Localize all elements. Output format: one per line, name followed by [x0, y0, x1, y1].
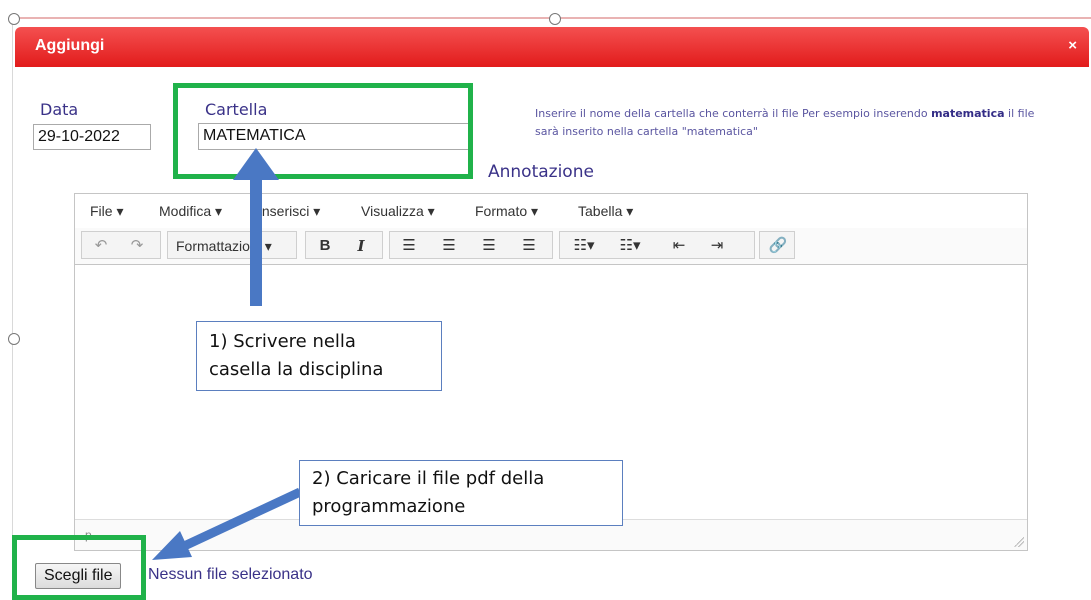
editor-menubar: File ▾ Modifica ▾ Inserisci ▾ Visualizza… — [75, 194, 1027, 229]
list-group: ☷▾ ☷▾ ⇤ ⇥ — [559, 231, 755, 259]
link-icon[interactable]: 🔗 — [765, 235, 791, 257]
align-right-icon[interactable]: ☰ — [476, 235, 502, 257]
undo-icon[interactable]: ↶ — [88, 235, 114, 257]
date-field[interactable]: 29-10-2022 — [33, 124, 151, 150]
align-left-icon[interactable]: ☰ — [396, 235, 422, 257]
align-group: ☰ ☰ ☰ ☰ — [389, 231, 553, 259]
callout-1-line-1: 1) Scrivere nella — [209, 331, 356, 352]
text-style-group: B I — [305, 231, 383, 259]
resize-grip-icon[interactable] — [1014, 537, 1024, 547]
menu-inserisci[interactable]: Inserisci ▾ — [258, 203, 320, 220]
callout-2-line-2: programmazione — [312, 496, 466, 517]
format-group: Formattazioni ▾ — [167, 231, 297, 259]
hint-bold: matematica — [931, 107, 1005, 120]
resize-handle-top-left[interactable] — [8, 13, 20, 25]
align-justify-icon[interactable]: ☰ — [516, 235, 542, 257]
data-label: Data — [40, 100, 79, 119]
align-center-icon[interactable]: ☰ — [436, 235, 462, 257]
file-status: Nessun file selezionato — [148, 566, 313, 583]
editor-toolbar: ↶ ↷ Formattazioni ▾ B I ☰ ☰ ☰ ☰ ☷▾ ☷▾ ⇤ … — [75, 228, 1027, 265]
numbered-list-icon[interactable]: ☷▾ — [612, 235, 648, 257]
indent-icon[interactable]: ⇥ — [704, 235, 730, 257]
outdent-icon[interactable]: ⇤ — [666, 235, 692, 257]
bullet-list-icon[interactable]: ☷▾ — [566, 235, 602, 257]
redo-icon[interactable]: ↷ — [124, 235, 150, 257]
menu-formato[interactable]: Formato ▾ — [475, 203, 538, 220]
formats-dropdown[interactable]: Formattazioni ▾ — [176, 235, 294, 257]
dialog-title: Aggiungi — [35, 37, 105, 54]
menu-file[interactable]: File ▾ — [90, 203, 123, 220]
link-group: 🔗 — [759, 231, 795, 259]
hint-text-1: Inserire il nome della cartella che cont… — [535, 107, 932, 120]
selection-frame-left — [12, 17, 13, 600]
undo-redo-group: ↶ ↷ — [81, 231, 161, 259]
dialog-header: Aggiungi × — [15, 27, 1089, 67]
italic-icon[interactable]: I — [348, 235, 374, 257]
folder-hint: Inserire il nome della cartella che cont… — [535, 105, 1060, 141]
close-icon[interactable]: × — [1068, 37, 1077, 54]
highlight-box-file-button — [12, 535, 146, 600]
highlight-box-folder — [173, 83, 473, 179]
bold-icon[interactable]: B — [312, 235, 338, 257]
callout-step-1: 1) Scrivere nella casella la disciplina — [196, 321, 442, 391]
resize-handle-top-center[interactable] — [549, 13, 561, 25]
callout-2-line-1: 2) Caricare il file pdf della — [312, 468, 545, 489]
menu-visualizza[interactable]: Visualizza ▾ — [361, 203, 435, 220]
annotazione-label: Annotazione — [488, 162, 594, 182]
menu-modifica[interactable]: Modifica ▾ — [159, 203, 222, 220]
callout-1-line-2: casella la disciplina — [209, 359, 384, 380]
menu-tabella[interactable]: Tabella ▾ — [578, 203, 633, 220]
callout-step-2: 2) Caricare il file pdf della programmaz… — [299, 460, 623, 526]
resize-handle-middle-left[interactable] — [8, 333, 20, 345]
